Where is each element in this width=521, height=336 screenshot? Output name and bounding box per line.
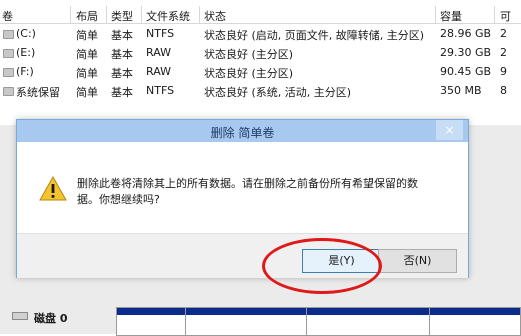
volume-type: 基本 bbox=[111, 67, 133, 80]
volume-capacity: 28.96 GB bbox=[440, 27, 492, 40]
dialog-title: 删除 简单卷 bbox=[210, 126, 275, 140]
yes-button[interactable]: 是(Y) bbox=[302, 249, 381, 273]
column-divider[interactable] bbox=[141, 6, 142, 23]
volume-status: 状态良好 (主分区) bbox=[204, 67, 294, 80]
volume-filesystem: RAW bbox=[146, 46, 171, 59]
partition-header bbox=[117, 308, 185, 315]
partition-block[interactable] bbox=[185, 307, 307, 336]
delete-volume-dialog: 删除 简单卷 × 删除此卷将清除其上的所有数据。请在删除之前备份所有希望保留的数… bbox=[16, 119, 469, 278]
volume-name: (F:) bbox=[16, 65, 34, 78]
partition-block[interactable] bbox=[306, 307, 430, 336]
column-header-layout[interactable]: 布局 bbox=[76, 8, 98, 24]
column-header-status[interactable]: 状态 bbox=[204, 8, 226, 24]
volume-free-space: 2 bbox=[500, 27, 507, 40]
volume-capacity: 29.30 GB bbox=[440, 46, 492, 59]
partition-header bbox=[307, 308, 429, 315]
column-divider[interactable] bbox=[70, 6, 71, 23]
volume-filesystem: NTFS bbox=[146, 84, 175, 97]
volume-status: 状态良好 (主分区) bbox=[204, 48, 294, 61]
dialog-body: 删除此卷将清除其上的所有数据。请在删除之前备份所有希望保留的数据。你想继续吗? bbox=[17, 142, 468, 233]
volume-name: (C:) bbox=[16, 27, 36, 40]
dialog-button-bar: 是(Y) 否(N) bbox=[17, 233, 468, 278]
volume-drive-icon bbox=[3, 87, 14, 96]
table-row[interactable]: 系统保留 简单 基本 NTFS 状态良好 (系统, 活动, 主分区) 350 M… bbox=[0, 81, 521, 100]
volume-type: 基本 bbox=[111, 86, 133, 99]
column-divider[interactable] bbox=[199, 6, 200, 23]
volume-filesystem: NTFS bbox=[146, 27, 175, 40]
volume-filesystem: RAW bbox=[146, 65, 171, 78]
table-row[interactable]: (F:) 简单 基本 RAW 状态良好 (主分区) 90.45 GB 9 bbox=[0, 62, 521, 81]
volume-capacity: 350 MB bbox=[440, 84, 482, 97]
table-row[interactable]: (E:) 简单 基本 RAW 状态良好 (主分区) 29.30 GB 2 bbox=[0, 43, 521, 62]
partition-block[interactable] bbox=[116, 307, 186, 336]
column-divider[interactable] bbox=[106, 6, 107, 23]
volume-free-space: 2 bbox=[500, 46, 507, 59]
close-button[interactable]: × bbox=[436, 120, 463, 140]
column-header-volume[interactable]: 卷 bbox=[2, 8, 13, 24]
volume-capacity: 90.45 GB bbox=[440, 65, 492, 78]
volume-type: 基本 bbox=[111, 48, 133, 61]
column-header-type[interactable]: 类型 bbox=[111, 8, 133, 24]
disk-label: 磁盘 0 bbox=[34, 312, 68, 325]
close-icon: × bbox=[444, 123, 455, 137]
column-header-filesystem[interactable]: 文件系统 bbox=[146, 8, 190, 24]
column-header-free[interactable]: 可 bbox=[500, 8, 511, 24]
warning-icon bbox=[39, 176, 67, 201]
dialog-message: 删除此卷将清除其上的所有数据。请在删除之前备份所有希望保留的数据。你想继续吗? bbox=[77, 177, 418, 206]
dialog-title-bar[interactable]: 删除 简单卷 × bbox=[17, 120, 468, 142]
volume-free-space: 8 bbox=[500, 84, 507, 97]
volume-status: 状态良好 (系统, 活动, 主分区) bbox=[204, 86, 352, 99]
volume-name: 系统保留 bbox=[16, 86, 60, 99]
disk-icon bbox=[12, 312, 28, 320]
volume-layout: 简单 bbox=[76, 86, 98, 99]
volume-list-header: 卷 布局 类型 文件系统 状态 容量 可 bbox=[0, 6, 521, 24]
partition-block[interactable] bbox=[429, 307, 521, 336]
partition-header bbox=[186, 308, 306, 315]
volume-layout: 简单 bbox=[76, 48, 98, 61]
volume-layout: 简单 bbox=[76, 67, 98, 80]
volume-name: (E:) bbox=[16, 46, 36, 59]
volume-type: 基本 bbox=[111, 29, 133, 42]
partition-header bbox=[430, 308, 520, 315]
volume-free-space: 9 bbox=[500, 65, 507, 78]
no-button[interactable]: 否(N) bbox=[378, 249, 457, 273]
volume-drive-icon bbox=[3, 68, 14, 77]
column-divider[interactable] bbox=[494, 6, 495, 23]
table-row[interactable]: (C:) 简单 基本 NTFS 状态良好 (启动, 页面文件, 故障转储, 主分… bbox=[0, 24, 521, 43]
column-header-capacity[interactable]: 容量 bbox=[440, 8, 462, 24]
disk-map: 磁盘 0 bbox=[0, 303, 521, 336]
volume-status: 状态良好 (启动, 页面文件, 故障转储, 主分区) bbox=[204, 29, 425, 42]
volume-drive-icon bbox=[3, 30, 14, 39]
volume-list: 卷 布局 类型 文件系统 状态 容量 可 (C:) 简单 基本 NTFS 状态良… bbox=[0, 6, 521, 100]
column-divider[interactable] bbox=[435, 6, 436, 23]
volume-layout: 简单 bbox=[76, 29, 98, 42]
volume-drive-icon bbox=[3, 49, 14, 58]
